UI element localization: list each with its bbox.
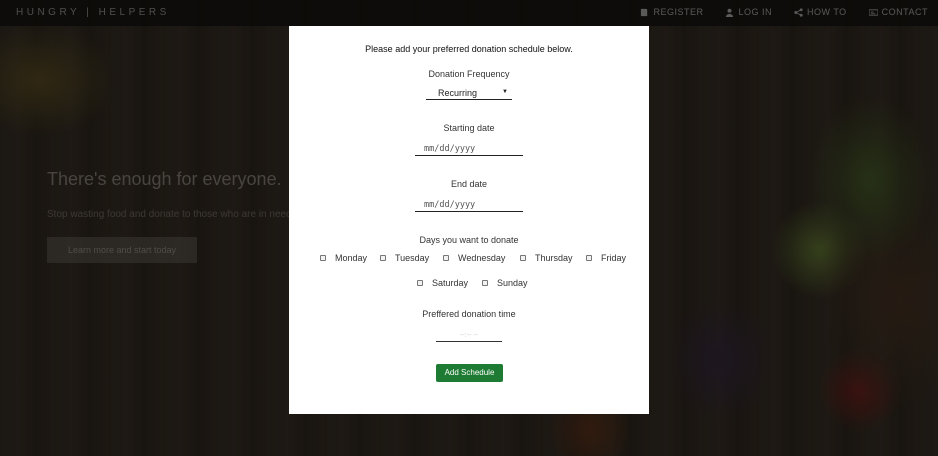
modal-heading: Please add your preferred donation sched… (365, 44, 573, 54)
days-label: Days you want to donate (419, 235, 519, 245)
frequency-selected-value: Recurring (438, 88, 478, 98)
day-tuesday-option[interactable]: Tuesday (380, 253, 429, 263)
day-monday-option[interactable]: Monday (320, 253, 367, 263)
time-label: Preffered donation time (422, 309, 516, 319)
end-date-label: End date (450, 179, 488, 189)
day-wednesday-option[interactable]: Wednesday (443, 253, 505, 263)
day-sunday-label: Sunday (497, 278, 528, 288)
day-thursday-option[interactable]: Thursday (520, 253, 573, 263)
day-saturday-checkbox[interactable] (417, 280, 423, 286)
donation-time-input[interactable] (436, 329, 502, 342)
day-tuesday-label: Tuesday (395, 253, 430, 263)
start-date-input[interactable] (415, 143, 523, 156)
dropdown-caret-icon: ▼ (502, 89, 508, 95)
day-sunday-option[interactable]: Sunday (482, 278, 528, 288)
day-friday-option[interactable]: Friday (586, 253, 626, 263)
start-date-label: Starting date (443, 123, 495, 133)
day-friday-label: Friday (601, 253, 627, 263)
donation-schedule-modal: Please add your preferred donation sched… (289, 26, 649, 414)
day-monday-checkbox[interactable] (320, 255, 326, 261)
day-saturday-label: Saturday (432, 278, 469, 288)
day-monday-label: Monday (335, 253, 368, 263)
frequency-select[interactable]: Recurring ▼ (426, 87, 512, 100)
add-schedule-button[interactable]: Add Schedule (436, 364, 503, 382)
day-sunday-checkbox[interactable] (482, 280, 488, 286)
day-wednesday-label: Wednesday (458, 253, 506, 263)
day-friday-checkbox[interactable] (586, 255, 592, 261)
day-thursday-checkbox[interactable] (520, 255, 526, 261)
day-tuesday-checkbox[interactable] (380, 255, 386, 261)
day-wednesday-checkbox[interactable] (443, 255, 449, 261)
day-thursday-label: Thursday (535, 253, 573, 263)
end-date-input[interactable] (415, 199, 523, 212)
frequency-label: Donation Frequency (428, 69, 510, 79)
day-saturday-option[interactable]: Saturday (417, 278, 468, 288)
